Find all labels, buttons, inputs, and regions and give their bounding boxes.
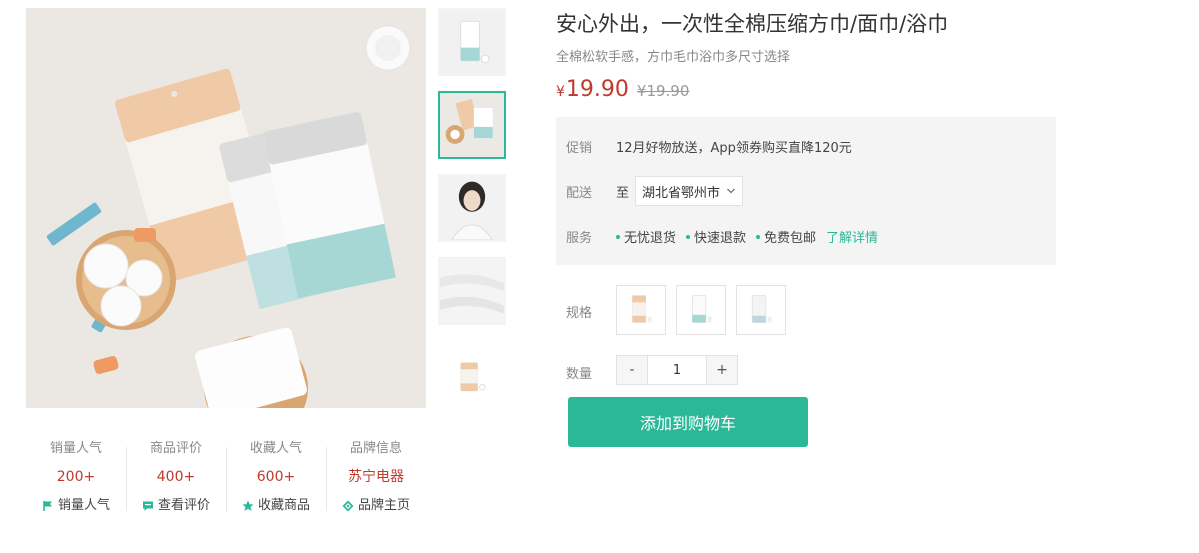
stat-value: 200+ [56, 469, 96, 485]
promo-row: 促销 12月好物放送，App领券购买直降120元 [566, 137, 852, 156]
stat-title: 商品评价 [149, 441, 202, 456]
quantity-label: 数量 [566, 367, 593, 382]
spec-option-white[interactable] [736, 285, 786, 335]
brand-icon [342, 500, 354, 512]
stat-sales: 销量人气 200+ 销量人气 [26, 437, 126, 521]
sales-link-label: 销量人气 [57, 498, 110, 513]
spec-label: 规格 [566, 306, 593, 321]
info-box: 促销 12月好物放送，App领券购买直降120元 配送 至 湖北省鄂州市 服务 … [556, 117, 1056, 265]
thumbnail-towel-texture[interactable] [438, 257, 506, 325]
stat-favorites: 收藏人气 600+ 收藏商品 [226, 437, 326, 521]
chevron-down-icon [727, 188, 735, 194]
shipping-row: 配送 至 湖北省鄂州市 [566, 176, 744, 206]
stat-title: 品牌信息 [349, 441, 402, 456]
product-stats: 销量人气 200+ 销量人气 商品评价 400+ 查看评价 收藏人气 600+ … [26, 437, 426, 521]
shipping-label: 配送 [566, 185, 593, 201]
thumbnail-product-flatlay[interactable] [438, 91, 506, 159]
brand-name: 苏宁电器 [348, 469, 404, 485]
stat-title: 收藏人气 [249, 441, 302, 456]
quantity-increase-button[interactable]: + [707, 356, 737, 384]
product-main-image [26, 8, 426, 408]
promo-label: 促销 [566, 141, 593, 156]
favorite-link-label: 收藏商品 [257, 498, 310, 513]
service-item: 无忧退货 [616, 227, 676, 246]
current-price-value: 19.90 [565, 77, 629, 102]
address-selector[interactable]: 湖北省鄂州市 [635, 176, 744, 206]
service-item: 快速退款 [686, 227, 746, 246]
favorite-link[interactable]: 收藏商品 [242, 493, 310, 519]
service-item: 免费包邮 [756, 227, 816, 246]
stat-value: 400+ [156, 469, 196, 485]
thumbnail-pack-white[interactable] [438, 8, 506, 76]
thumbnail-pack-small[interactable] [438, 340, 506, 408]
service-label: 服务 [566, 231, 593, 246]
price-row: ¥19.90 ¥19.90 [556, 77, 689, 109]
brand-home-link[interactable]: 品牌主页 [342, 493, 410, 519]
address-value: 湖北省鄂州市 [642, 185, 721, 201]
service-row: 服务 无忧退货 快速退款 免费包邮 了解详情 [566, 227, 878, 246]
spec-option-teal[interactable] [676, 285, 726, 335]
spec-option-orange[interactable] [616, 285, 666, 335]
thumbnail-model-photo[interactable] [438, 174, 506, 242]
comment-icon [142, 501, 153, 511]
currency-symbol: ¥ [556, 84, 565, 100]
brand-home-link-label: 品牌主页 [357, 498, 410, 513]
service-list: 无忧退货 快速退款 免费包邮 了解详情 [616, 227, 878, 246]
quantity-input[interactable] [647, 356, 707, 384]
spec-options [616, 285, 786, 335]
product-subtitle: 全棉松软手感，方巾毛巾浴巾多尺寸选择 [556, 50, 791, 65]
current-price: ¥19.90 [556, 77, 629, 102]
quantity-stepper: - + [616, 355, 738, 385]
original-price: ¥19.90 [636, 82, 690, 100]
stat-title: 销量人气 [49, 441, 102, 456]
stat-reviews: 商品评价 400+ 查看评价 [126, 437, 226, 521]
view-reviews-link[interactable]: 查看评价 [142, 493, 210, 519]
sales-link[interactable]: 销量人气 [42, 493, 110, 519]
star-icon [242, 500, 254, 511]
stat-brand: 品牌信息 苏宁电器 品牌主页 [326, 437, 426, 521]
promo-text: 12月好物放送，App领券购买直降120元 [616, 141, 852, 156]
flag-icon [43, 501, 52, 511]
ship-to-text: 至 [616, 185, 630, 201]
service-details-link[interactable]: 了解详情 [826, 227, 878, 246]
stat-value: 600+ [256, 469, 296, 485]
view-reviews-link-label: 查看评价 [157, 498, 210, 513]
product-title: 安心外出，一次性全棉压缩方巾/面巾/浴巾 [556, 12, 949, 36]
add-to-cart-button[interactable]: 添加到购物车 [568, 397, 808, 447]
quantity-decrease-button[interactable]: - [617, 356, 647, 384]
